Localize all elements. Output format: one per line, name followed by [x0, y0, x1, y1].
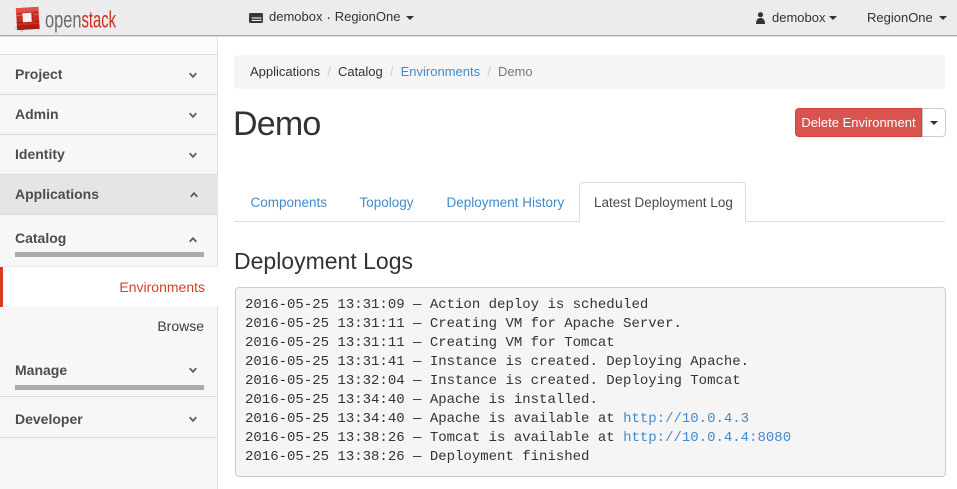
svg-text:open: open — [45, 7, 82, 33]
svg-text:stack: stack — [82, 7, 117, 33]
